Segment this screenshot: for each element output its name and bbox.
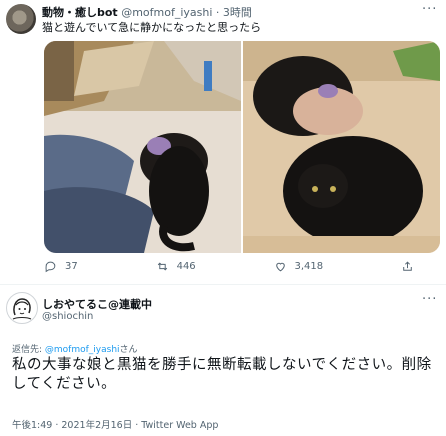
cat-avatar[interactable]	[6, 4, 36, 34]
child-with-black-cat-photo-1[interactable]	[44, 41, 241, 253]
tweet1-time[interactable]: 3時間	[223, 6, 252, 19]
tweet2-timestamp[interactable]: 午後1:49 · 2021年2月16日 · Twitter Web App	[12, 417, 218, 431]
tweet1-header: 動物・癒しbot @mofmof_iyashi · 3時間	[42, 4, 252, 20]
tweet2-display-name[interactable]: しおやてるこ@連載中	[42, 296, 152, 312]
reply-icon	[45, 261, 56, 273]
heart-icon	[275, 262, 285, 272]
share-icon	[403, 261, 412, 271]
tweet1-handle[interactable]: @mofmof_iyashi	[121, 6, 212, 19]
tweet2-more-menu-icon[interactable]: ···	[422, 292, 437, 307]
like-button[interactable]: 3,418	[274, 260, 324, 273]
tweet-divider	[0, 284, 446, 285]
retweet-icon	[157, 262, 167, 271]
reply-button[interactable]: 37	[44, 260, 78, 273]
tweet1-media[interactable]	[44, 41, 440, 253]
tweet2-handle[interactable]: @shiochin	[42, 311, 93, 322]
reply-count: 37	[65, 261, 78, 272]
illustrated-face-avatar[interactable]	[6, 292, 38, 324]
reply-prefix: 返信先:	[12, 345, 45, 355]
retweet-count: 446	[176, 261, 196, 272]
tweet1-actions: 37 446 3,418	[44, 260, 414, 273]
like-count: 3,418	[294, 261, 324, 272]
tweet2-text: 私の大事な娘と黒猫を勝手に無断転載しないでください。削除してください。	[12, 357, 432, 392]
reply-suffix: さん	[119, 345, 138, 355]
tweet1-more-menu-icon[interactable]: ···	[422, 2, 437, 17]
reply-context: 返信先: @mofmof_iyashiさん	[12, 342, 138, 355]
child-with-black-cat-photo-2[interactable]	[243, 41, 440, 253]
share-button[interactable]	[401, 260, 414, 273]
tweet1-text: 猫と遊んでいて急に静かになったと思ったら	[42, 21, 262, 34]
tweet1-display-name[interactable]: 動物・癒しbot	[42, 6, 118, 19]
separator-dot: ·	[215, 6, 220, 19]
reply-mention-link[interactable]: @mofmof_iyashi	[45, 345, 120, 355]
retweet-button[interactable]: 446	[156, 260, 196, 273]
